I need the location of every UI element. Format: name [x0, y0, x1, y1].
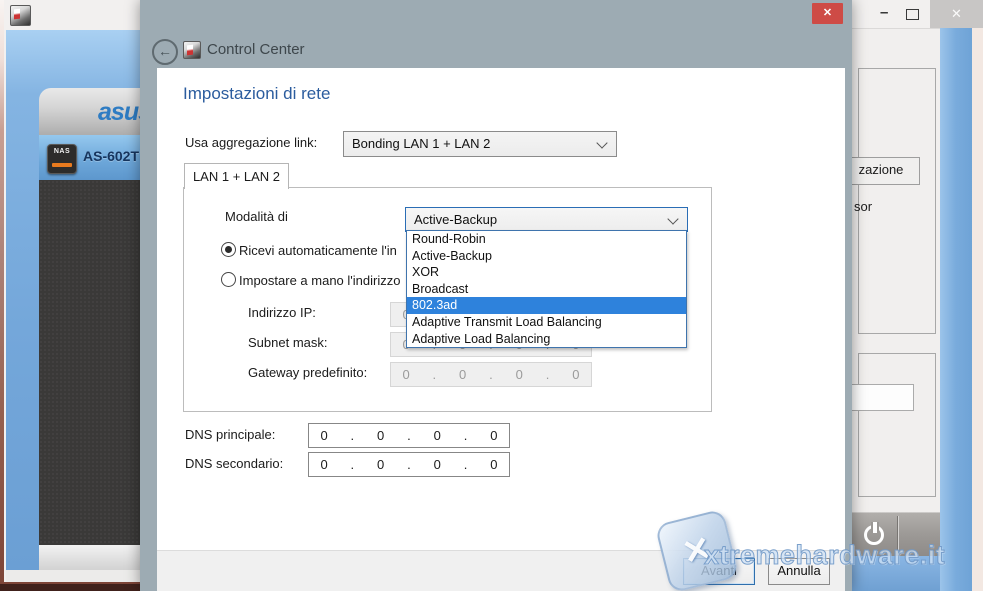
power-icon[interactable] — [863, 523, 885, 545]
mode-dropdown-list: Round-Robin Active-Backup XOR Broadcast … — [406, 230, 687, 348]
screen: asus NAS AS-602T – ✕ zazione — [0, 0, 983, 591]
minimize-icon[interactable]: – — [880, 4, 888, 21]
dialog-close-button[interactable]: ✕ — [812, 3, 843, 24]
nas-device-image: asus NAS AS-602T — [39, 88, 143, 588]
nas-badge-label: NAS — [48, 148, 76, 155]
page-title: Impostazioni di rete — [183, 84, 330, 104]
dns-primary-label: DNS principale: — [185, 427, 275, 442]
dropdown-option[interactable]: Active-Backup — [407, 248, 686, 265]
back-button[interactable]: ← — [152, 39, 178, 65]
background-input-field[interactable] — [842, 384, 914, 411]
left-background-window: asus NAS AS-602T — [4, 0, 141, 591]
dropdown-option[interactable]: Broadcast — [407, 281, 686, 298]
nas-device-header: asus — [39, 88, 143, 135]
radio-auto-ip-label[interactable]: Ricevi automaticamente l'in — [239, 243, 397, 258]
radio-manual-ip-label[interactable]: Impostare a mano l'indirizzo — [239, 273, 400, 288]
nas-badge-icon: NAS — [47, 144, 77, 174]
control-center-icon — [183, 41, 201, 59]
gateway-field: 0.0.0.0 — [390, 362, 592, 387]
mode-select[interactable]: Active-Backup — [405, 207, 688, 232]
dialog-footer: Avanti Annulla — [157, 550, 845, 591]
control-center-app-icon — [10, 5, 31, 26]
next-button[interactable]: Avanti — [683, 558, 755, 585]
chevron-down-icon — [667, 213, 678, 224]
left-window-content: asus NAS AS-602T — [6, 30, 141, 570]
nas-device-model-row: NAS AS-602T — [39, 135, 143, 180]
nas-badge-orange-bar — [52, 163, 72, 167]
cancel-button[interactable]: Annulla — [768, 558, 830, 585]
desktop-edge-right — [972, 28, 983, 591]
background-groupbox-bottom — [858, 353, 936, 497]
gateway-label: Gateway predefinito: — [248, 365, 367, 380]
dropdown-option[interactable]: Round-Robin — [407, 231, 686, 248]
asus-logo: asus — [98, 98, 143, 127]
right-window-blue-edge — [940, 28, 972, 591]
aggregation-label: Usa aggregazione link: — [185, 135, 317, 150]
aggregation-select[interactable]: Bonding LAN 1 + LAN 2 — [343, 131, 617, 157]
toolbar-divider — [898, 516, 899, 552]
dns-secondary-label: DNS secondario: — [185, 456, 283, 471]
left-window-bottom-frame — [6, 570, 141, 582]
dropdown-option[interactable]: XOR — [407, 264, 686, 281]
background-partial-text: sor — [854, 199, 872, 214]
right-window-titlebar: – ✕ — [852, 0, 983, 29]
desktop-edge-bottom — [0, 582, 141, 591]
nas-model-label: AS-602T — [83, 148, 139, 164]
tab-lan-bond[interactable]: LAN 1 + LAN 2 — [184, 163, 289, 189]
right-background-window: – ✕ zazione sor — [852, 0, 983, 591]
radio-auto-ip[interactable] — [221, 242, 236, 257]
ip-address-label: Indirizzo IP: — [248, 305, 316, 320]
aggregation-value: Bonding LAN 1 + LAN 2 — [352, 136, 490, 151]
mode-label: Modalità di — [225, 209, 288, 224]
radio-manual-ip[interactable] — [221, 272, 236, 287]
close-icon[interactable]: ✕ — [930, 0, 983, 28]
dialog-content: Impostazioni di rete Usa aggregazione li… — [157, 68, 845, 550]
mode-value: Active-Backup — [414, 212, 497, 227]
chevron-down-icon — [596, 137, 607, 148]
dropdown-option-selected[interactable]: 802.3ad — [407, 297, 686, 314]
dropdown-option[interactable]: Adaptive Transmit Load Balancing — [407, 314, 686, 331]
subnet-mask-label: Subnet mask: — [248, 335, 328, 350]
dns-secondary-field[interactable]: 0.0.0.0 — [308, 452, 510, 477]
nas-device-body — [39, 180, 143, 545]
left-window-titlebar — [4, 0, 141, 30]
dns-primary-field[interactable]: 0.0.0.0 — [308, 423, 510, 448]
maximize-icon[interactable] — [906, 9, 919, 20]
dialog-title: Control Center — [207, 41, 305, 58]
background-partial-button[interactable]: zazione — [842, 157, 920, 185]
dropdown-option[interactable]: Adaptive Load Balancing — [407, 331, 686, 348]
control-center-dialog: ✕ ← Control Center Impostazioni di rete … — [140, 0, 852, 591]
